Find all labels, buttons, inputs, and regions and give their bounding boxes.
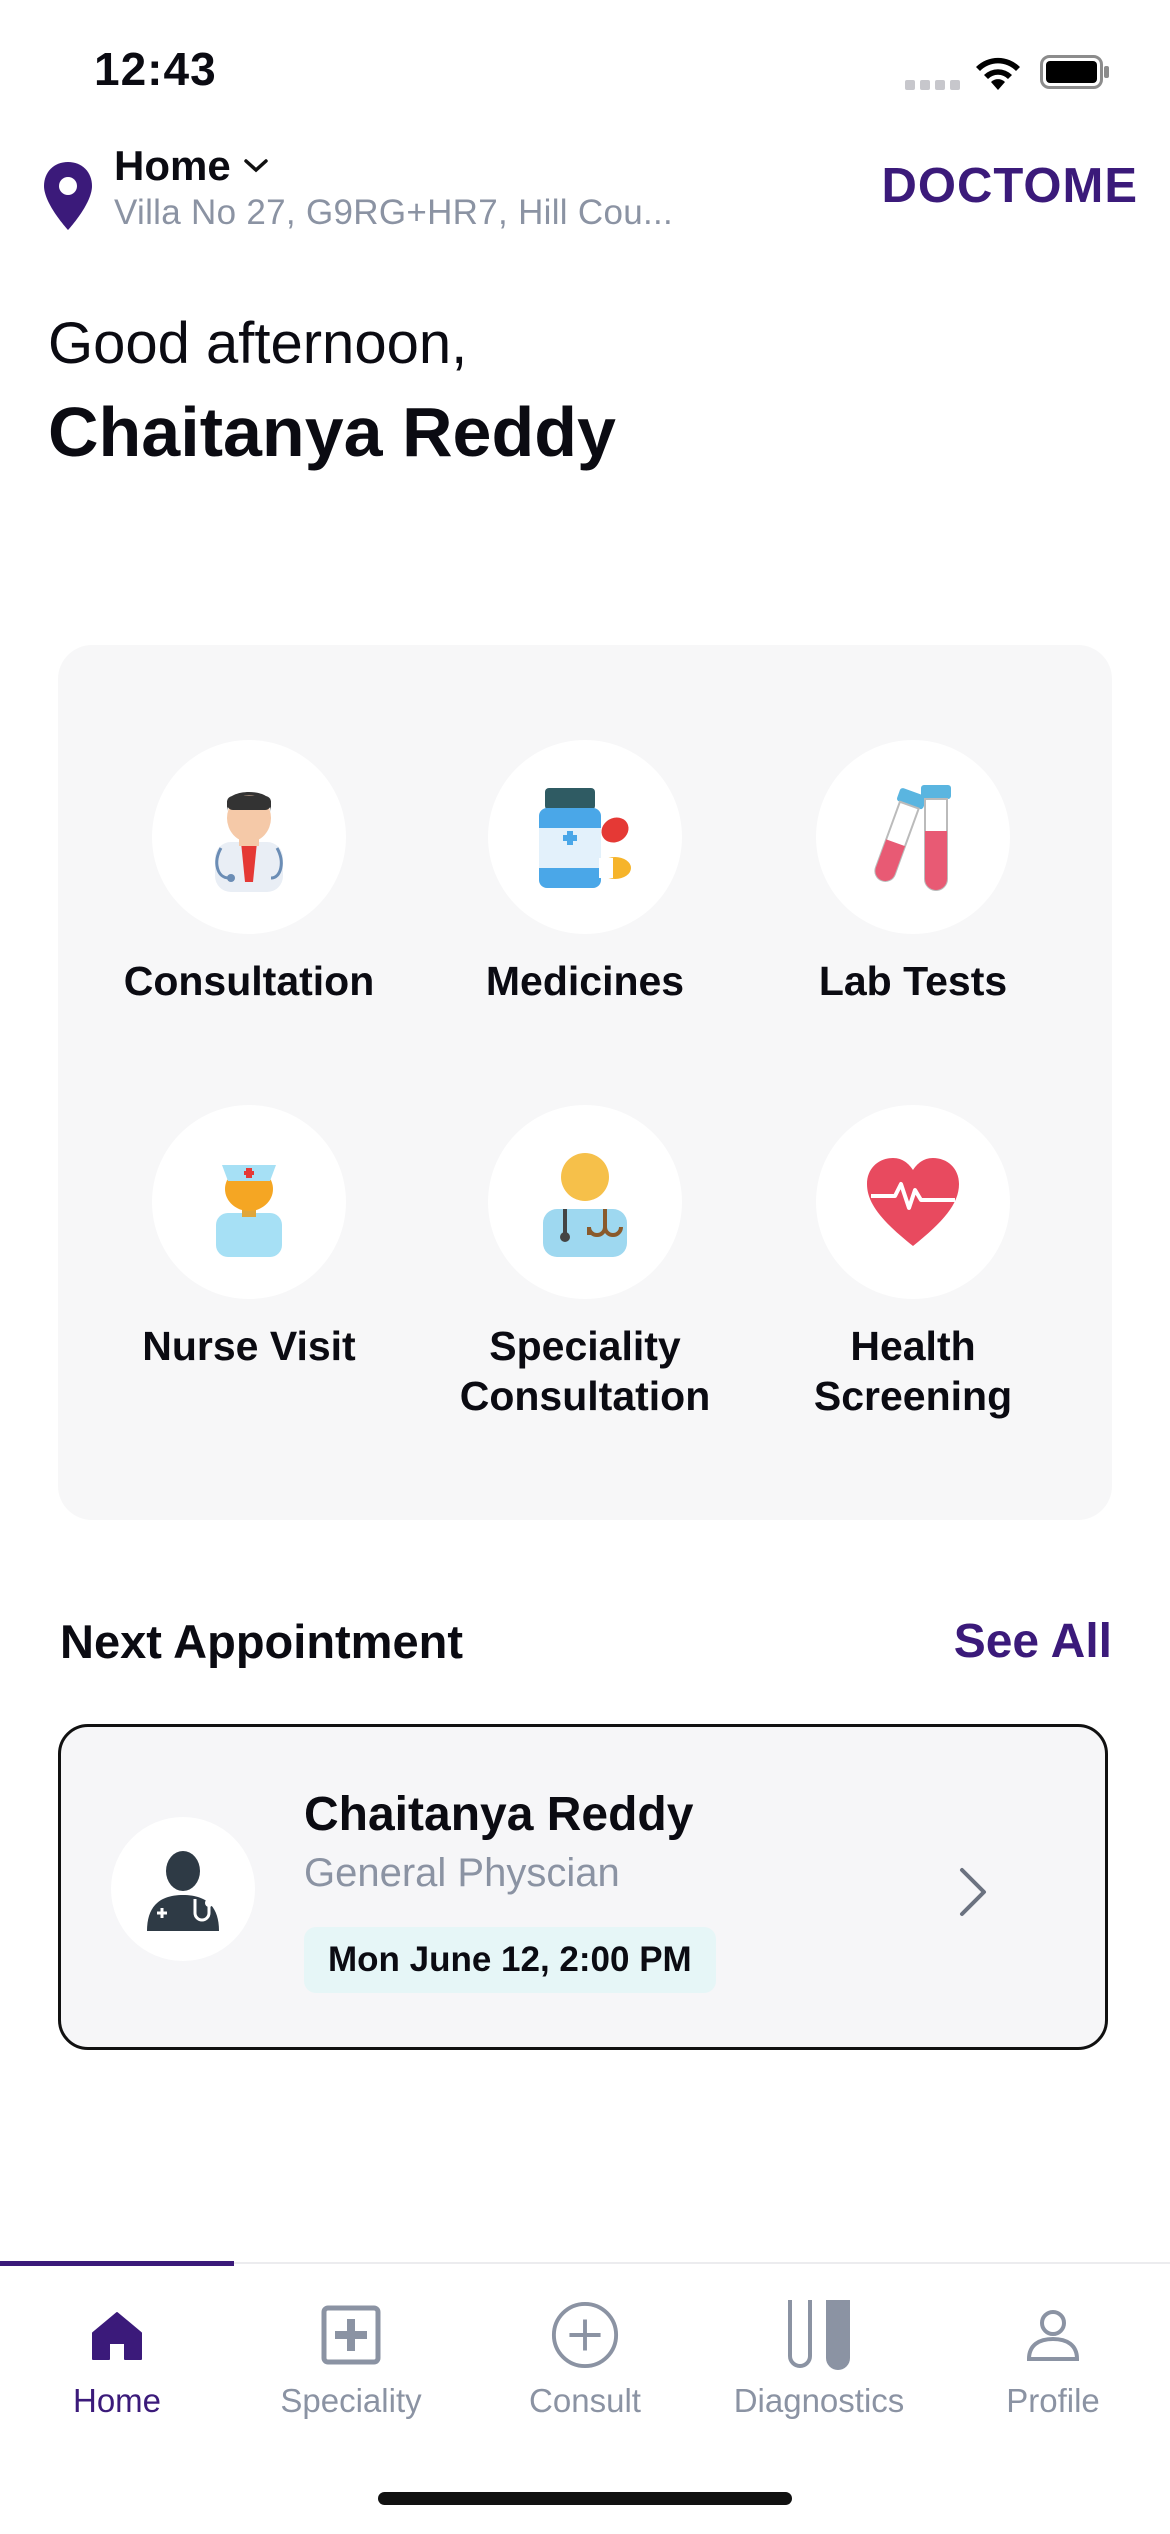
doctor-specialty: General Physcian: [304, 1851, 620, 1895]
location-selector[interactable]: Home: [114, 142, 269, 190]
user-name: Chaitanya Reddy: [48, 393, 616, 471]
service-label: Speciality Consultation: [459, 1323, 711, 1419]
location-label: Home: [114, 142, 231, 189]
tab-label: Home: [72, 2382, 162, 2419]
service-nurse-visit[interactable]: Nurse Visit: [84, 1105, 414, 1371]
tab-consult[interactable]: Consult: [468, 2300, 702, 2420]
service-health-screening[interactable]: Health Screening: [748, 1105, 1078, 1421]
appointment-datetime: Mon June 12, 2:00 PM: [304, 1927, 716, 1993]
service-label: Health Screening: [813, 1323, 1013, 1419]
doctor-icon: [152, 740, 346, 934]
tab-label: Consult: [529, 2382, 641, 2419]
location-address[interactable]: Villa No 27, G9RG+HR7, Hill Cou...: [114, 193, 673, 233]
home-indicator[interactable]: [378, 2492, 792, 2505]
service-lab-tests[interactable]: Lab Tests: [748, 740, 1078, 1006]
tab-profile[interactable]: Profile: [936, 2300, 1170, 2420]
specialist-icon: [488, 1105, 682, 1299]
nurse-icon: [152, 1105, 346, 1299]
home-icon: [82, 2300, 152, 2370]
location-pin-icon[interactable]: [42, 160, 94, 232]
appointment-card[interactable]: Chaitanya Reddy General Physcian Mon Jun…: [58, 1724, 1108, 2050]
battery-icon: [1040, 55, 1109, 89]
service-label: Lab Tests: [818, 958, 1008, 1004]
doctor-name: Chaitanya Reddy: [304, 1788, 694, 1841]
plus-circle-icon: [550, 2300, 620, 2370]
services-grid: Consultation Medicines Lab Tests Nurse V…: [58, 645, 1112, 1520]
tab-label: Speciality: [280, 2382, 422, 2419]
heart-pulse-icon: [816, 1105, 1010, 1299]
service-label: Consultation: [123, 958, 375, 1004]
cellular-signal-icon: [905, 80, 961, 92]
test-tube-icon: [784, 2300, 854, 2370]
medicine-bottle-icon: [488, 740, 682, 934]
test-tubes-icon: [816, 740, 1010, 934]
tab-speciality[interactable]: Speciality: [234, 2300, 468, 2420]
service-consultation[interactable]: Consultation: [84, 740, 414, 1006]
tab-label: Profile: [1006, 2382, 1100, 2419]
service-label: Nurse Visit: [142, 1323, 356, 1369]
medical-cross-icon: [316, 2300, 386, 2370]
active-tab-indicator: [0, 2261, 234, 2266]
status-time: 12:43: [94, 43, 217, 95]
person-icon: [1018, 2300, 1088, 2370]
greeting-text: Good afternoon,: [48, 311, 468, 376]
service-medicines[interactable]: Medicines: [420, 740, 750, 1006]
wifi-icon: [976, 57, 1020, 90]
service-label: Medicines: [485, 958, 685, 1004]
tab-label: Diagnostics: [733, 2382, 905, 2419]
section-title: Next Appointment: [60, 1615, 463, 1668]
tab-diagnostics[interactable]: Diagnostics: [702, 2300, 936, 2420]
brand-logo: DOCTOME: [881, 159, 1138, 213]
see-all-link[interactable]: See All: [954, 1614, 1112, 1669]
chevron-down-icon: [243, 159, 268, 173]
service-speciality-consultation[interactable]: Speciality Consultation: [420, 1105, 750, 1421]
tab-home[interactable]: Home: [0, 2300, 234, 2420]
chevron-right-icon[interactable]: [954, 1862, 994, 1922]
doctor-avatar-icon: [111, 1817, 255, 1961]
